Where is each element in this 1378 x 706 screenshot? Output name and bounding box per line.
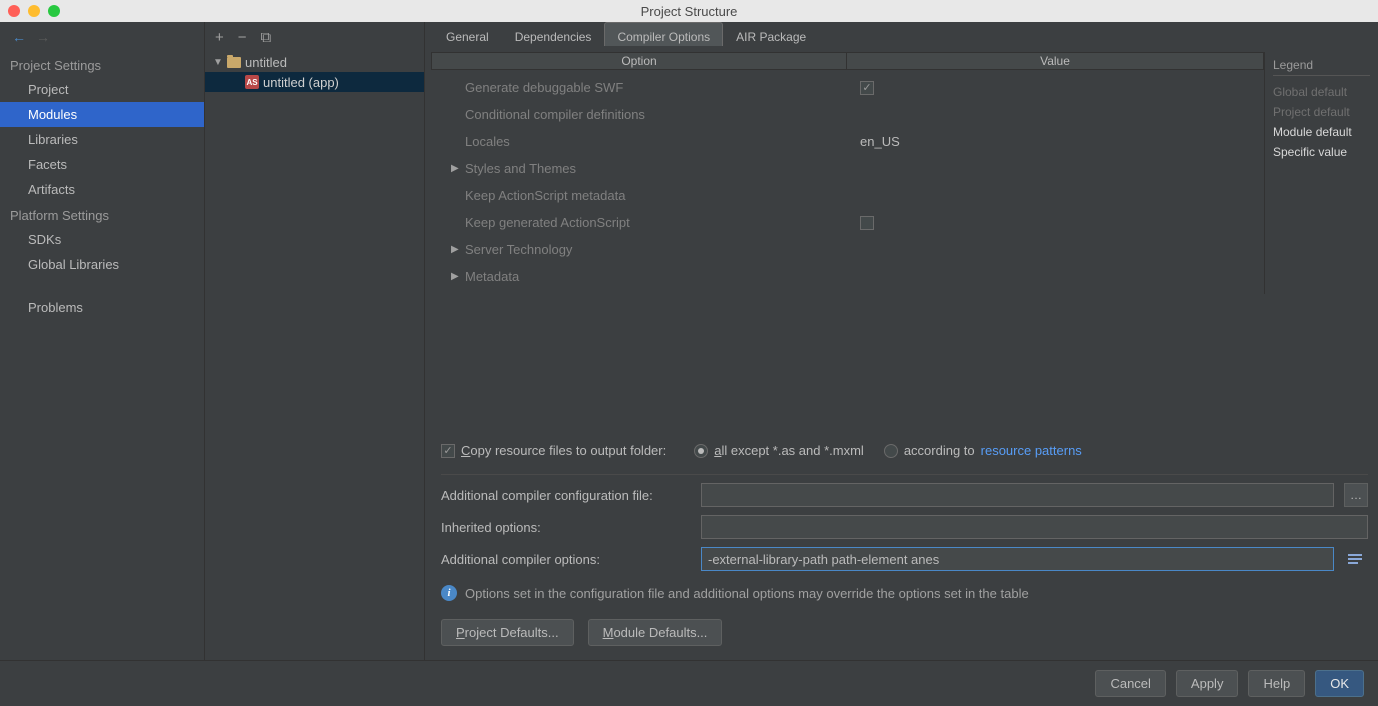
module-toolbar: + − ⧉	[205, 22, 424, 52]
copy-row: Copy resource files to output folder: al…	[441, 437, 1368, 474]
folder-icon	[227, 57, 241, 68]
ok-button[interactable]: OK	[1315, 670, 1364, 697]
chevron-right-icon[interactable]: ▶	[451, 163, 465, 174]
legend-panel: Legend Global default Project default Mo…	[1264, 52, 1378, 294]
legend-specific-value: Specific value	[1273, 142, 1370, 162]
opt-styles-themes[interactable]: ▶ Styles and Themes	[431, 155, 1264, 182]
expand-icon[interactable]	[1344, 548, 1366, 570]
tab-air-package[interactable]: AIR Package	[723, 22, 819, 46]
chevron-right-icon[interactable]: ▶	[451, 244, 465, 255]
legend-title: Legend	[1273, 58, 1370, 76]
info-icon: i	[441, 585, 457, 601]
traffic-lights	[8, 5, 60, 17]
defaults-row: Project Defaults... Module Defaults...	[441, 613, 1368, 652]
config-file-input[interactable]	[701, 483, 1334, 507]
footer: Cancel Apply Help OK	[0, 660, 1378, 706]
radio-icon[interactable]	[694, 444, 708, 458]
opt-locales[interactable]: Locales en_US	[431, 128, 1264, 155]
table-header: Option Value	[431, 52, 1264, 70]
cancel-button[interactable]: Cancel	[1095, 670, 1165, 697]
nav-arrows: ← →	[0, 22, 204, 52]
radio-all-except[interactable]: all except *.as and *.mxml	[694, 443, 864, 458]
nav-global-libraries[interactable]: Global Libraries	[0, 252, 204, 277]
bottom-section: Copy resource files to output folder: al…	[431, 429, 1378, 660]
tree-folder-label: untitled	[245, 55, 287, 70]
checkbox-copy-resource[interactable]	[441, 444, 455, 458]
back-arrow-icon[interactable]: ←	[12, 29, 26, 45]
browse-button[interactable]: …	[1344, 483, 1368, 507]
main-container: ← → Project Settings Project Modules Lib…	[0, 22, 1378, 660]
table-body: Generate debuggable SWF Conditional comp…	[431, 70, 1264, 294]
nav-libraries[interactable]: Libraries	[0, 127, 204, 152]
nav-problems[interactable]: Problems	[0, 295, 204, 320]
tree-module-untitled-app[interactable]: AS untitled (app)	[205, 72, 424, 92]
config-file-label: Additional compiler configuration file:	[441, 488, 691, 503]
close-window-button[interactable]	[8, 5, 20, 17]
opt-metadata[interactable]: ▶ Metadata	[431, 263, 1264, 290]
minimize-window-button[interactable]	[28, 5, 40, 17]
nav-artifacts[interactable]: Artifacts	[0, 177, 204, 202]
titlebar: Project Structure	[0, 0, 1378, 22]
module-tree: ▼ untitled AS untitled (app)	[205, 52, 424, 660]
copy-radio-group: all except *.as and *.mxml according to …	[694, 443, 1082, 458]
add-icon[interactable]: +	[215, 30, 224, 45]
opt-server-tech[interactable]: ▶ Server Technology	[431, 236, 1264, 263]
remove-icon[interactable]: −	[238, 30, 247, 45]
apply-button[interactable]: Apply	[1176, 670, 1239, 697]
checkbox-keep-generated[interactable]	[860, 216, 874, 230]
section-platform-settings: Platform Settings	[0, 202, 204, 227]
module-tree-panel: + − ⧉ ▼ untitled AS untitled (app)	[205, 22, 425, 660]
module-defaults-button[interactable]: Module Defaults...	[588, 619, 723, 646]
checkbox-generate-swf[interactable]	[860, 81, 874, 95]
th-option: Option	[432, 53, 847, 69]
options-label: Additional compiler options:	[441, 552, 691, 567]
maximize-window-button[interactable]	[48, 5, 60, 17]
additional-options-input[interactable]	[701, 547, 1334, 571]
options-row: Option Value Generate debuggable SWF Con…	[431, 52, 1378, 294]
right-panel: General Dependencies Compiler Options AI…	[425, 22, 1378, 660]
form-grid: Additional compiler configuration file: …	[441, 474, 1368, 579]
tree-folder-untitled[interactable]: ▼ untitled	[205, 52, 424, 72]
actionscript-icon: AS	[245, 75, 259, 89]
tab-dependencies[interactable]: Dependencies	[502, 22, 605, 46]
help-button[interactable]: Help	[1248, 670, 1305, 697]
copy-resource-checkbox-group[interactable]: Copy resource files to output folder:	[441, 443, 666, 458]
nav-modules[interactable]: Modules	[0, 102, 204, 127]
opt-generate-swf[interactable]: Generate debuggable SWF	[431, 74, 1264, 101]
tab-compiler-options[interactable]: Compiler Options	[604, 22, 723, 46]
resource-patterns-link[interactable]: resource patterns	[981, 443, 1082, 458]
content-area: Option Value Generate debuggable SWF Con…	[425, 46, 1378, 660]
nav-project[interactable]: Project	[0, 77, 204, 102]
options-table: Option Value Generate debuggable SWF Con…	[431, 52, 1264, 294]
info-row: i Options set in the configuration file …	[441, 579, 1368, 613]
copy-icon[interactable]: ⧉	[261, 30, 272, 45]
chevron-right-icon[interactable]: ▶	[451, 271, 465, 282]
opt-keep-generated[interactable]: Keep generated ActionScript	[431, 209, 1264, 236]
th-value: Value	[847, 53, 1263, 69]
section-project-settings: Project Settings	[0, 52, 204, 77]
sidebar-left: ← → Project Settings Project Modules Lib…	[0, 22, 205, 660]
chevron-down-icon[interactable]: ▼	[213, 57, 223, 68]
project-defaults-button[interactable]: Project Defaults...	[441, 619, 574, 646]
legend-module-default: Module default	[1273, 122, 1370, 142]
tree-module-label: untitled (app)	[263, 75, 339, 90]
legend-global-default: Global default	[1273, 82, 1370, 102]
info-text: Options set in the configuration file an…	[465, 586, 1029, 601]
nav-sdks[interactable]: SDKs	[0, 227, 204, 252]
forward-arrow-icon[interactable]: →	[36, 29, 50, 45]
radio-according-to[interactable]: according to resource patterns	[884, 443, 1082, 458]
opt-conditional-defs[interactable]: Conditional compiler definitions	[431, 101, 1264, 128]
tab-general[interactable]: General	[433, 22, 502, 46]
nav-facets[interactable]: Facets	[0, 152, 204, 177]
tabs: General Dependencies Compiler Options AI…	[425, 22, 1378, 46]
copy-resource-label: Copy resource files to output folder:	[461, 443, 666, 458]
inherited-label: Inherited options:	[441, 520, 691, 535]
radio-icon[interactable]	[884, 444, 898, 458]
legend-project-default: Project default	[1273, 102, 1370, 122]
opt-keep-metadata[interactable]: Keep ActionScript metadata	[431, 182, 1264, 209]
window-title: Project Structure	[641, 4, 738, 19]
inherited-input[interactable]	[701, 515, 1368, 539]
